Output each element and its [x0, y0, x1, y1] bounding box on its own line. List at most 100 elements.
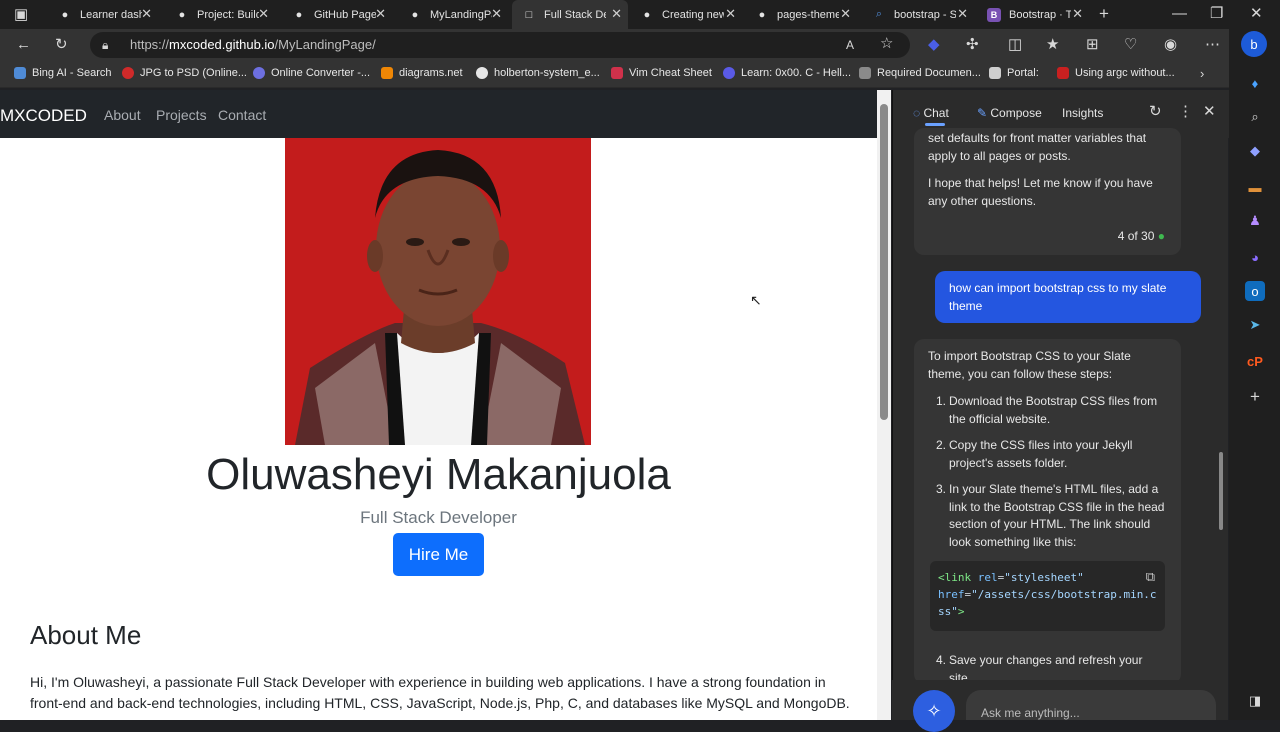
compose-icon: ✎ [977, 106, 991, 120]
tab-strip: ▣ ● Learner dash ✕ ● Project: Build ✕ ● GitHu… [0, 0, 1280, 29]
github-icon [476, 67, 488, 79]
edge-sidebar-rail: b ♦ ⌕ ◆ ▬ ♟ ◕ o ➤ cP + ◨ [1229, 29, 1280, 720]
outlook-icon[interactable]: o [1245, 281, 1265, 301]
new-topic-button[interactable]: ✧ [913, 690, 955, 732]
bookmark-4[interactable]: holberton-system_e... [476, 67, 600, 79]
add-icon[interactable]: + [1245, 387, 1265, 407]
active-tab-indicator [925, 123, 945, 126]
lock-icon[interactable]: 🔒︎ [102, 37, 108, 53]
extension-icon[interactable]: ◆ [928, 37, 940, 53]
ai-message-previous: set defaults for front matter variables … [914, 128, 1181, 255]
notification-icon[interactable]: ♦ [1245, 73, 1265, 93]
hide-sidebar-icon[interactable]: ◨ [1245, 691, 1265, 711]
tab-0[interactable]: ● Learner dash ✕ [48, 0, 158, 29]
nav-link-contact[interactable]: Contact [218, 107, 266, 123]
bookmark-1[interactable]: JPG to PSD (Online... [122, 67, 247, 79]
new-tab-icon[interactable]: + [1099, 5, 1109, 22]
tab-3[interactable]: ● MyLandingPa ✕ [398, 0, 508, 29]
tab-insights[interactable]: Insights [1062, 106, 1103, 120]
github-icon: ● [411, 8, 419, 21]
ask-input[interactable]: Ask me anything... [966, 690, 1216, 720]
close-icon[interactable]: ✕ [141, 6, 152, 22]
code-block: <link rel="stylesheet" href="/assets/css… [930, 561, 1165, 631]
bookmark-0[interactable]: Bing AI - Search [14, 67, 112, 79]
copilot-icon[interactable]: b [1241, 31, 1267, 57]
broom-icon: ✧ [926, 700, 942, 721]
user-message: how can import bootstrap css to my slate… [935, 271, 1201, 323]
tab-4-active[interactable]: □ Full Stack De ✕ [512, 0, 628, 29]
performance-icon[interactable]: ♡ [1124, 37, 1137, 53]
portal-icon [989, 67, 1001, 79]
shopping-icon[interactable]: ◆ [1245, 141, 1265, 161]
page-scrollbar[interactable] [877, 90, 891, 720]
github-icon: ● [61, 8, 69, 21]
tab-5[interactable]: ● Creating new ✕ [630, 0, 742, 29]
split-screen-icon[interactable]: ◫ [1008, 37, 1022, 53]
bookmarks-bar: Bing AI - Search JPG to PSD (Online... O… [0, 61, 1280, 88]
refresh-icon[interactable]: ↻ [55, 37, 68, 53]
collections-icon[interactable]: ⊞ [1086, 37, 1099, 53]
tools-icon[interactable]: ▬ [1245, 177, 1265, 197]
profile-icon[interactable]: ◉ [1164, 37, 1177, 53]
page-viewport: MXCODED About Projects Contact Oluwashey… [0, 90, 877, 720]
close-icon[interactable]: ✕ [1072, 6, 1083, 22]
close-icon[interactable]: ✕ [258, 6, 269, 22]
telegram-icon[interactable]: ➤ [1245, 315, 1265, 335]
site-brand[interactable]: MXCODED [0, 106, 87, 126]
bookmark-8[interactable]: Portal: [989, 67, 1039, 79]
close-window-icon[interactable]: ✕ [1250, 6, 1263, 22]
copy-icon[interactable]: ⧉ [1146, 569, 1155, 586]
bookmark-3[interactable]: diagrams.net [381, 67, 463, 79]
maximize-icon[interactable]: ❐ [1210, 6, 1223, 22]
hire-me-button[interactable]: Hire Me [393, 533, 484, 576]
games-icon[interactable]: ♟ [1245, 211, 1265, 231]
close-icon[interactable]: ✕ [840, 6, 851, 22]
close-icon[interactable]: ✕ [491, 6, 502, 22]
tab-chat[interactable]: ◌ Chat [913, 106, 949, 120]
bookmark-6[interactable]: Learn: 0x00. C - Hell... [723, 67, 851, 79]
tab-1[interactable]: ● Project: Build ✕ [165, 0, 275, 29]
address-bar[interactable]: 🔒︎ https://mxcoded.github.io/MyLandingPa… [90, 32, 910, 58]
bootstrap-icon: B [987, 7, 1001, 22]
copilot-scrollbar[interactable] [1219, 452, 1223, 530]
tab-actions-icon[interactable]: ▣ [14, 7, 28, 23]
nav-link-about[interactable]: About [104, 107, 141, 123]
office-icon[interactable]: ◕ [1245, 247, 1265, 267]
profile-photo [285, 138, 591, 445]
refresh-icon[interactable]: ↻ [1149, 104, 1162, 120]
read-aloud-icon[interactable]: A︎ [846, 37, 854, 53]
close-icon[interactable]: ✕ [725, 6, 736, 22]
search-icon: ⌕ [875, 8, 883, 20]
close-icon[interactable]: ✕ [1203, 104, 1216, 120]
tab-6[interactable]: ● pages-theme ✕ [745, 0, 857, 29]
chevron-right-icon[interactable]: › [1200, 66, 1204, 82]
vim-icon [611, 67, 623, 79]
tab-2[interactable]: ● GitHub Pages ✕ [282, 0, 392, 29]
bookmark-9[interactable]: Using argc without... [1057, 67, 1175, 79]
extensions-icon[interactable]: ✣ [966, 37, 979, 53]
tab-compose[interactable]: ✎ Compose [977, 106, 1042, 120]
close-icon[interactable]: ✕ [375, 6, 386, 22]
close-icon[interactable]: ✕ [611, 6, 622, 22]
bookmark-2[interactable]: Online Converter -... [253, 67, 370, 79]
cpanel-icon[interactable]: cP [1245, 351, 1265, 371]
bookmark-7[interactable]: Required Documen... [859, 67, 981, 79]
search-icon[interactable]: ⌕ [1245, 107, 1265, 127]
search-icon [14, 67, 26, 79]
minimize-icon[interactable]: — [1172, 6, 1187, 22]
favorite-star-icon[interactable]: ☆ [880, 36, 893, 52]
github-icon: ● [178, 8, 186, 21]
ai-message-answer: To import Bootstrap CSS to your Slate th… [914, 339, 1181, 685]
more-menu-icon[interactable]: ⋯ [1205, 37, 1220, 53]
bookmark-5[interactable]: Vim Cheat Sheet [611, 67, 712, 79]
nav-link-projects[interactable]: Projects [156, 107, 207, 123]
back-icon[interactable]: ← [16, 37, 31, 53]
step-item: 2. Copy the CSS files into your Jekyll pr… [936, 438, 1133, 470]
tab-8[interactable]: B Bootstrap · T ✕ [977, 0, 1089, 29]
more-options-icon[interactable]: ⋮ [1178, 104, 1193, 120]
favorites-icon[interactable]: ★ [1046, 37, 1059, 53]
close-icon[interactable]: ✕ [957, 6, 968, 22]
page-scrollbar-thumb[interactable] [880, 104, 888, 420]
tab-7[interactable]: ⌕ bootstrap - S ✕ [862, 0, 974, 29]
document-icon [859, 67, 871, 79]
